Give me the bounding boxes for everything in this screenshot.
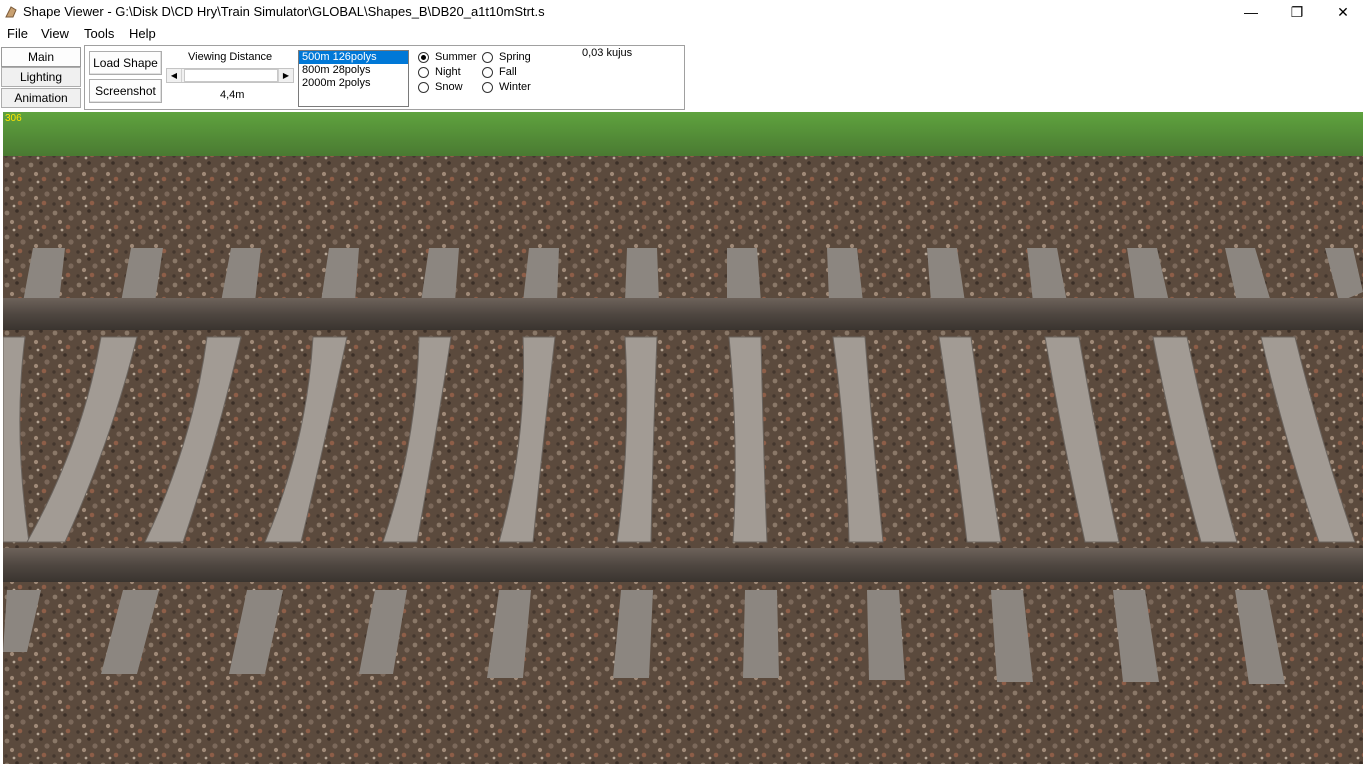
restore-icon: ❐ xyxy=(1290,3,1304,20)
menu-file[interactable]: File xyxy=(7,26,28,41)
radio-unchecked-icon xyxy=(482,66,493,78)
radio-label: Fall xyxy=(499,66,517,78)
radio-unchecked-icon xyxy=(418,81,429,93)
load-shape-button[interactable]: Load Shape xyxy=(89,51,162,75)
toolbar: Main Lighting Animation Load Shape Scree… xyxy=(0,44,1366,112)
menu-bar: File View Tools Help xyxy=(0,24,1366,44)
menu-view[interactable]: View xyxy=(41,26,69,41)
radio-label: Spring xyxy=(499,51,531,63)
radio-unchecked-icon xyxy=(418,66,429,78)
main-panel: Load Shape Screenshot Viewing Distance ◀… xyxy=(84,45,685,110)
radio-spring[interactable]: Spring xyxy=(482,51,531,63)
close-icon: ✕ xyxy=(1337,3,1349,20)
menu-help[interactable]: Help xyxy=(129,26,156,41)
radio-label: Summer xyxy=(435,51,477,63)
3d-viewport[interactable]: 306 xyxy=(3,112,1363,764)
restore-button[interactable]: ❐ xyxy=(1274,0,1320,24)
slider-thumb[interactable] xyxy=(184,69,278,82)
screenshot-button[interactable]: Screenshot xyxy=(89,79,162,103)
menu-tools[interactable]: Tools xyxy=(84,26,114,41)
minimize-button[interactable]: — xyxy=(1228,0,1274,24)
radio-label: Night xyxy=(435,66,461,78)
lod-item[interactable]: 800m 28polys xyxy=(299,64,408,77)
viewing-distance-label: Viewing Distance xyxy=(188,51,273,63)
radio-night[interactable]: Night xyxy=(418,66,461,78)
title-bar: Shape Viewer - G:\Disk D\CD Hry\Train Si… xyxy=(0,0,1366,24)
rail-upper xyxy=(3,298,1363,330)
minimize-icon: — xyxy=(1244,4,1258,20)
lod-listbox[interactable]: 500m 126polys 800m 28polys 2000m 2polys xyxy=(298,50,409,107)
lod-item[interactable]: 2000m 2polys xyxy=(299,77,408,90)
viewing-distance-slider[interactable]: ◀ ▶ xyxy=(166,68,294,83)
scroll-left-icon[interactable]: ◀ xyxy=(167,69,182,82)
rail-lower xyxy=(3,548,1363,582)
app-icon xyxy=(5,6,17,18)
tab-main[interactable]: Main xyxy=(1,47,81,67)
lod-item[interactable]: 500m 126polys xyxy=(299,51,408,64)
radio-summer[interactable]: Summer xyxy=(418,51,477,63)
radio-unchecked-icon xyxy=(482,81,493,93)
radio-fall[interactable]: Fall xyxy=(482,66,517,78)
track-scene xyxy=(3,112,1363,764)
radio-checked-icon xyxy=(418,51,429,63)
window-title: Shape Viewer - G:\Disk D\CD Hry\Train Si… xyxy=(23,4,545,19)
radio-unchecked-icon xyxy=(482,51,493,63)
tab-lighting[interactable]: Lighting xyxy=(1,67,81,87)
radio-label: Snow xyxy=(435,81,463,93)
grass-strip xyxy=(3,112,1363,156)
frame-counter: 306 xyxy=(5,113,22,124)
scroll-right-icon[interactable]: ▶ xyxy=(278,69,293,82)
radio-snow[interactable]: Snow xyxy=(418,81,463,93)
radio-label: Winter xyxy=(499,81,531,93)
poly-count-text: 0,03 kujus xyxy=(582,47,633,59)
tab-animation[interactable]: Animation xyxy=(1,88,81,108)
close-button[interactable]: ✕ xyxy=(1320,0,1366,24)
viewing-distance-value: 4,4m xyxy=(220,89,245,101)
radio-winter[interactable]: Winter xyxy=(482,81,531,93)
